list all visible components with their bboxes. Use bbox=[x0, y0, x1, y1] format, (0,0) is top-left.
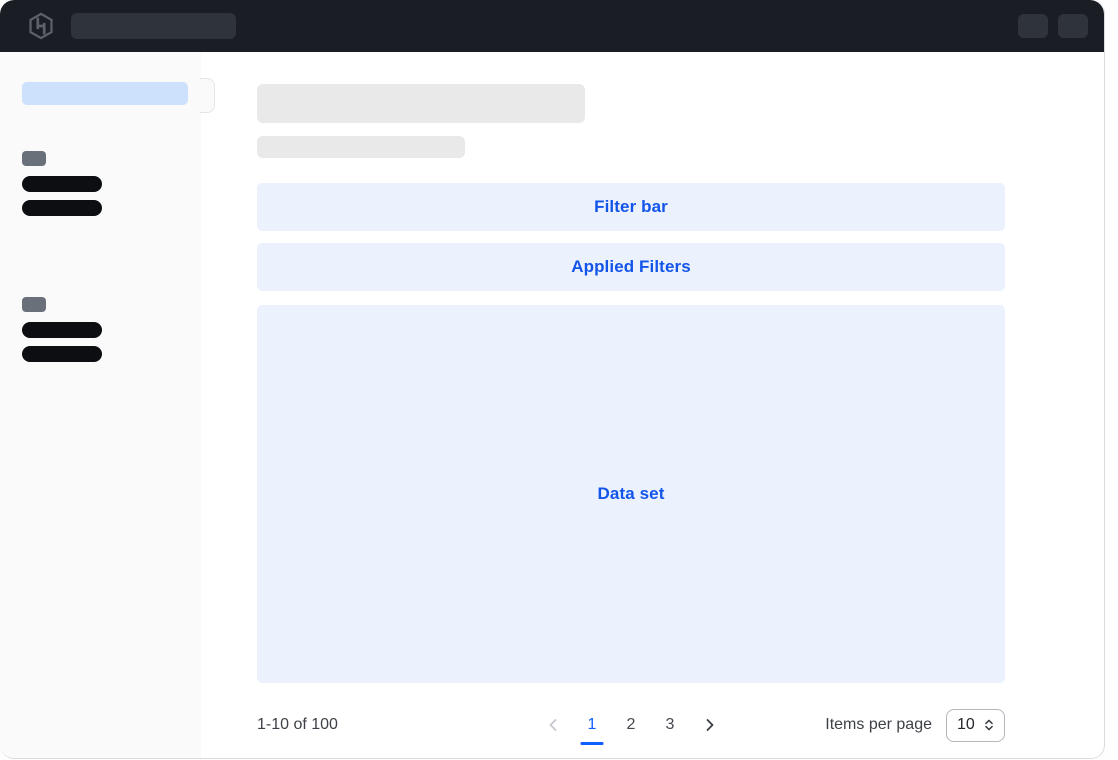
sidebar-link-placeholder[interactable] bbox=[22, 346, 102, 362]
next-page-button[interactable] bbox=[690, 705, 729, 745]
page-subtitle-placeholder bbox=[257, 136, 465, 158]
items-per-page-group: Items per page 10 bbox=[825, 709, 1005, 742]
up-down-chevrons-icon bbox=[982, 718, 996, 732]
data-set-label: Data set bbox=[598, 484, 665, 504]
sidebar-toggle-button[interactable] bbox=[200, 78, 215, 113]
nav-search-placeholder[interactable] bbox=[71, 13, 236, 39]
pagination-pages: 1 2 3 bbox=[534, 705, 729, 745]
nav-action-placeholder-2[interactable] bbox=[1058, 14, 1088, 38]
screenshot-stage: Filter bar Applied Filters Data set 1-10… bbox=[0, 0, 1118, 760]
app-window: Filter bar Applied Filters Data set 1-10… bbox=[0, 0, 1105, 759]
pagination-range-text: 1-10 of 100 bbox=[257, 716, 338, 734]
sidebar-link-placeholder[interactable] bbox=[22, 200, 102, 216]
main-content: Filter bar Applied Filters Data set 1-10… bbox=[201, 52, 1104, 758]
sidebar-link-placeholder[interactable] bbox=[22, 176, 102, 192]
sidebar-group-1 bbox=[22, 151, 222, 216]
applied-filters-label: Applied Filters bbox=[571, 257, 691, 277]
items-per-page-value: 10 bbox=[957, 716, 975, 734]
sidebar-section-title-placeholder bbox=[22, 151, 46, 166]
sidebar-active-item-placeholder[interactable] bbox=[22, 82, 188, 105]
sidebar-section-title-placeholder bbox=[22, 297, 46, 312]
items-per-page-select[interactable]: 10 bbox=[946, 709, 1005, 742]
sidebar bbox=[0, 52, 223, 758]
page-title-placeholder bbox=[257, 84, 585, 123]
previous-page-button[interactable] bbox=[534, 705, 573, 745]
sidebar-link-placeholder[interactable] bbox=[22, 322, 102, 338]
nav-right-actions bbox=[1018, 14, 1088, 38]
chevron-left-icon bbox=[545, 717, 561, 733]
top-navigation bbox=[0, 0, 1104, 52]
sidebar-group-2 bbox=[22, 297, 222, 362]
hashicorp-logo-icon bbox=[27, 11, 55, 41]
page-2-button[interactable]: 2 bbox=[612, 705, 651, 745]
page-3-button[interactable]: 3 bbox=[651, 705, 690, 745]
data-set-region[interactable]: Data set bbox=[257, 305, 1005, 683]
nav-action-placeholder-1[interactable] bbox=[1018, 14, 1048, 38]
items-per-page-label: Items per page bbox=[825, 716, 932, 734]
chevron-right-icon bbox=[701, 717, 717, 733]
page-1-button[interactable]: 1 bbox=[573, 705, 612, 745]
applied-filters-region[interactable]: Applied Filters bbox=[257, 243, 1005, 291]
filter-bar-region[interactable]: Filter bar bbox=[257, 183, 1005, 231]
pagination-bar: 1-10 of 100 1 2 3 bbox=[257, 704, 1005, 746]
filter-bar-label: Filter bar bbox=[594, 197, 668, 217]
